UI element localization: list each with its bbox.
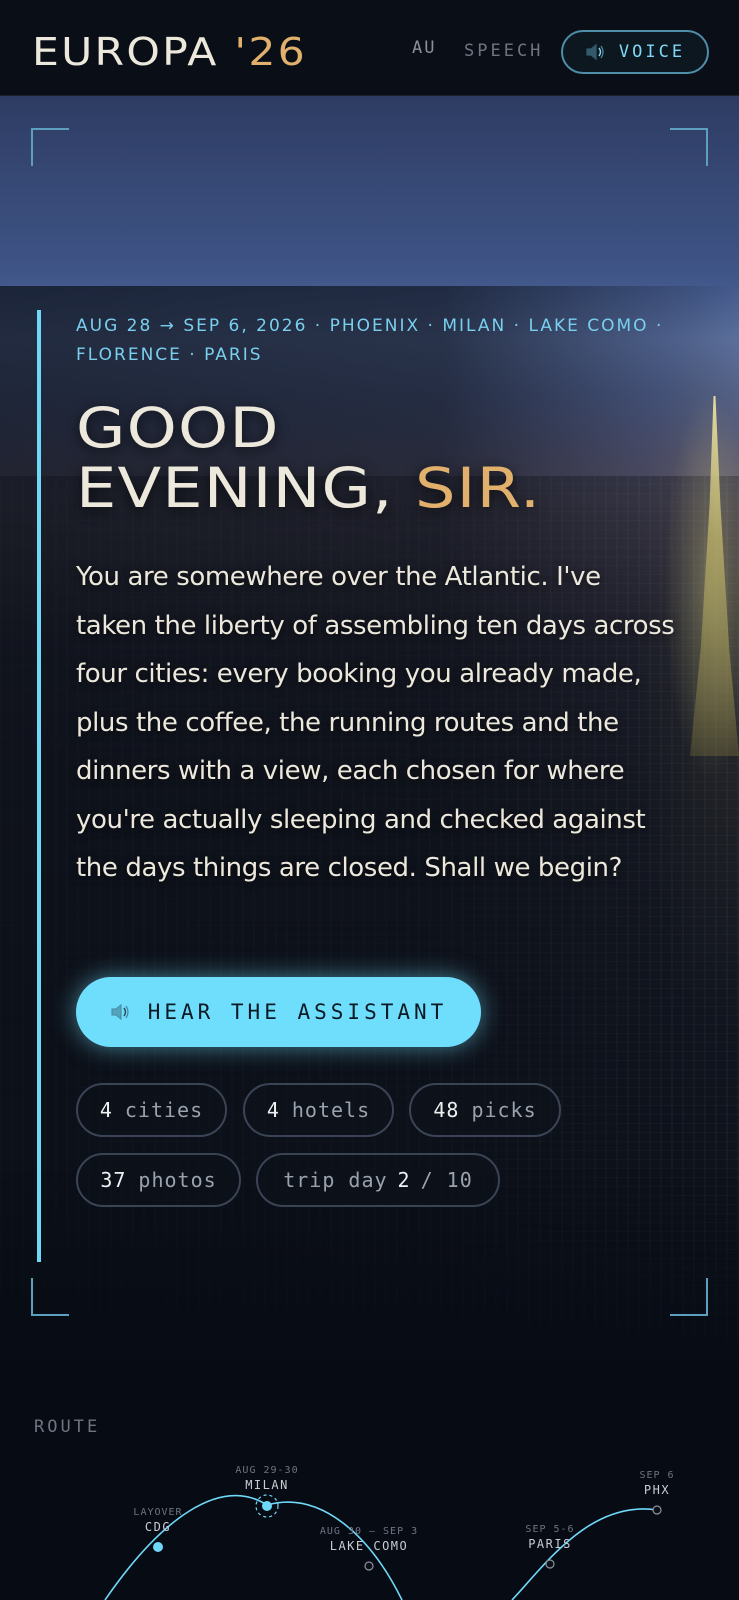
stop-marker-milan [262, 1501, 272, 1511]
voice-label: VOICE [618, 42, 686, 62]
stat-chip-photos: 37 photos [76, 1153, 241, 1207]
stop-name-cdg[interactable]: CDG [118, 1520, 198, 1534]
trip-meta: AUG 28 → SEP 6, 2026 · PHOENIX · MILAN ·… [76, 316, 664, 365]
stop-date-phx: SEP 6 [639, 1470, 675, 1481]
stop-name-paris[interactable]: PARIS [505, 1537, 595, 1551]
cta-label: HEAR THE ASSISTANT [147, 1000, 448, 1024]
panel-accent-bar [37, 310, 41, 1262]
voice-button[interactable]: VOICE [561, 30, 709, 74]
route-section-title: ROUTE [34, 1417, 101, 1437]
speaker-icon [110, 1003, 130, 1021]
stat-chip-cities: 4 cities [76, 1083, 227, 1137]
frame-corner-top-right [670, 128, 708, 166]
frame-corner-bottom-left [31, 1278, 69, 1316]
stop-date-paris: SEP 5-6 [525, 1524, 575, 1535]
stop-date-cdg: LAYOVER [133, 1507, 183, 1518]
brand-year: '26 [234, 30, 307, 74]
stat-label: cities [124, 1098, 204, 1122]
stop-name-milan[interactable]: MILAN [222, 1478, 312, 1492]
stat-label: photos [138, 1168, 217, 1192]
stop-name-lake-como[interactable]: LAKE COMO [309, 1539, 429, 1553]
stop-marker-phx [652, 1505, 662, 1515]
frame-corner-top-left [31, 128, 69, 166]
nav-au-link[interactable]: AU [412, 38, 436, 58]
stat-chip-hotels: 4 hotels [243, 1083, 394, 1137]
greeting-evening: EVENING, [76, 456, 394, 520]
hear-assistant-button[interactable]: HEAR THE ASSISTANT [76, 977, 481, 1047]
stat-label: picks [471, 1098, 537, 1122]
route-map [104, 1494, 662, 1600]
frame-corner-bottom-right [670, 1278, 708, 1316]
trip-day-label: trip day [283, 1168, 388, 1192]
brand-name: EUROPA [32, 30, 219, 74]
stop-marker-cdg [153, 1542, 163, 1552]
greeting-heading: GOOD EVENING, SIR. [76, 398, 739, 518]
stop-date-milan: AUG 29-30 [235, 1465, 299, 1476]
stop-marker-lake-como [364, 1561, 374, 1571]
intro-paragraph: You are somewhere over the Atlantic. I'v… [76, 562, 675, 883]
brand-logo[interactable]: EUROPA '26 [32, 30, 307, 74]
trip-day-current: 2 [397, 1168, 411, 1192]
stop-date-lake-como: AUG 30 – SEP 3 [319, 1526, 419, 1537]
greeting-line-1: GOOD [76, 396, 280, 460]
stat-chip-trip-day: trip day 2 / 10 [256, 1153, 500, 1207]
speaker-icon [585, 43, 605, 61]
route-arc-return [511, 1508, 658, 1600]
stat-value: 48 [433, 1098, 460, 1122]
trip-day-total: / 10 [420, 1168, 473, 1192]
stat-value: 37 [100, 1168, 127, 1192]
greeting-sir: SIR. [414, 456, 542, 520]
stat-value: 4 [99, 1098, 113, 1122]
top-bar: EUROPA '26 AU SPEECH VOICE [0, 0, 739, 96]
stop-name-phx[interactable]: PHX [617, 1483, 697, 1497]
stat-chip-picks: 48 picks [409, 1083, 561, 1137]
greeting-line-2: EVENING, SIR. [76, 458, 739, 518]
stat-value: 4 [266, 1098, 280, 1122]
stat-label: hotels [291, 1098, 371, 1122]
stop-marker-paris [545, 1559, 555, 1569]
nav-speech-link[interactable]: SPEECH [464, 41, 543, 61]
